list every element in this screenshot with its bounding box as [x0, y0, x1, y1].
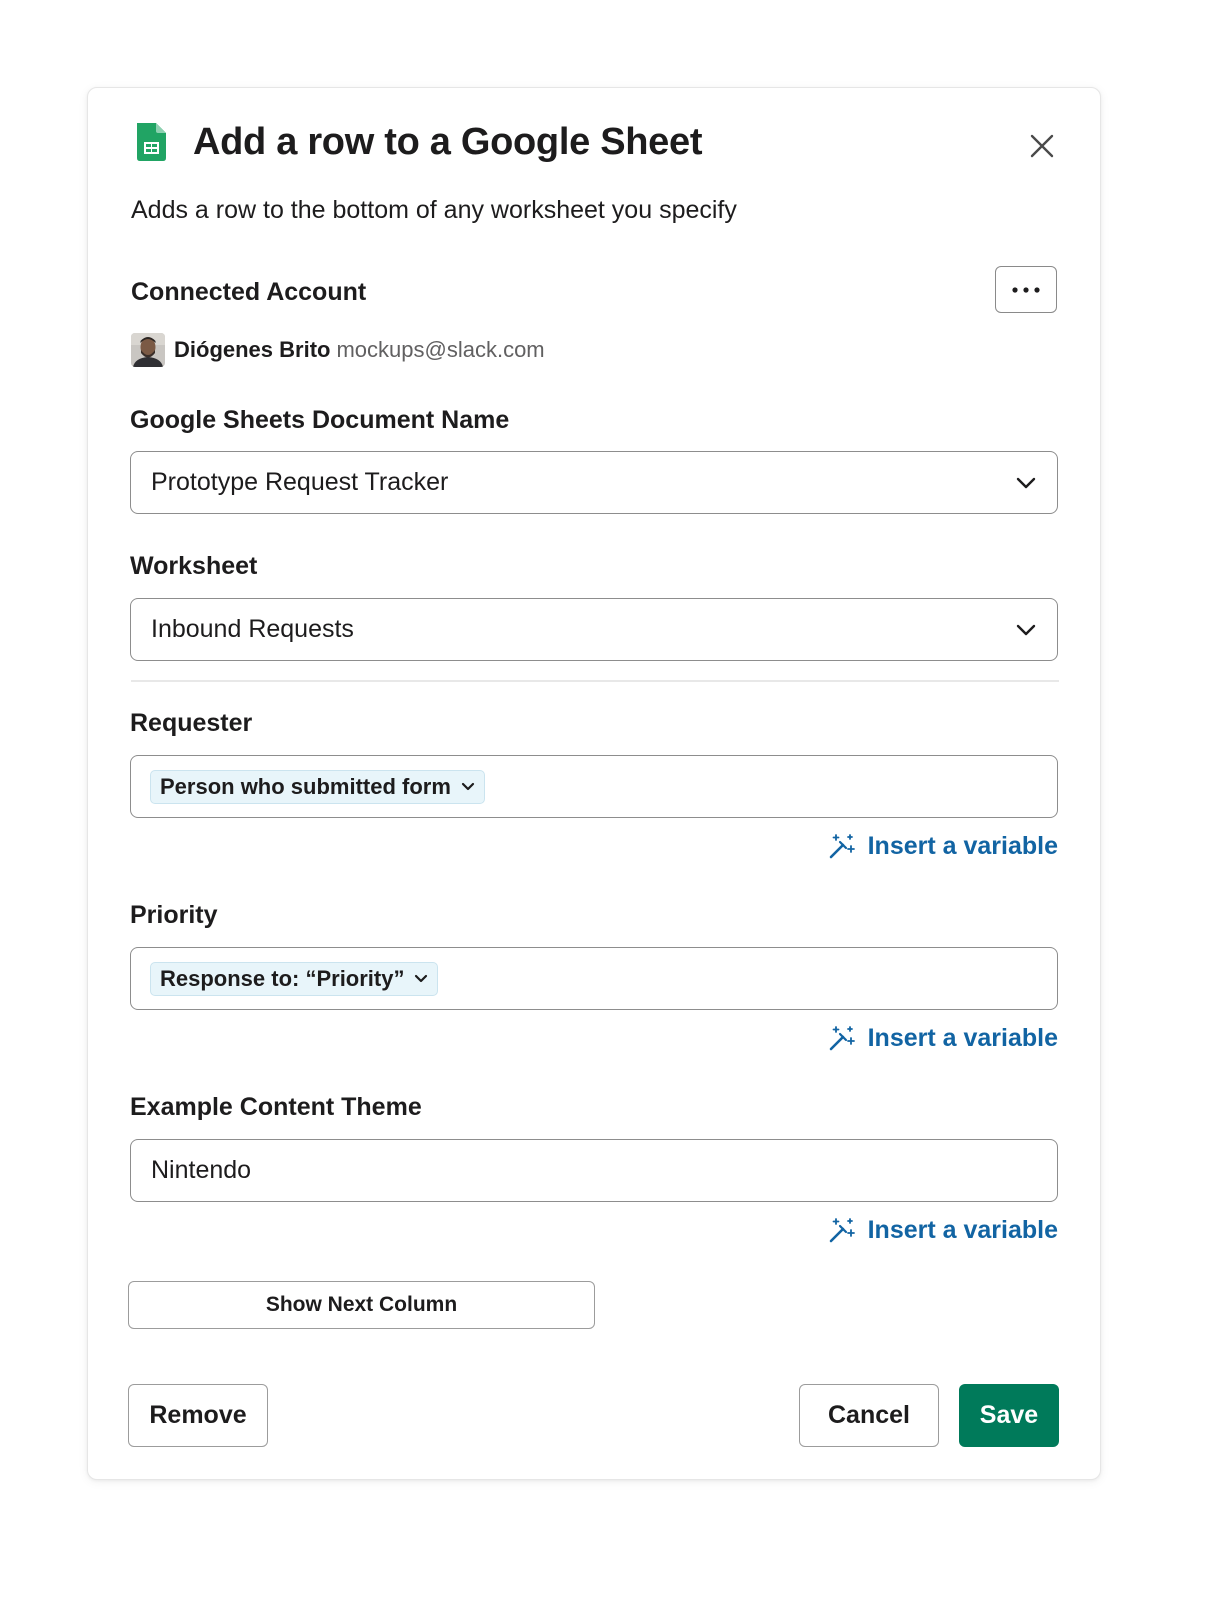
remove-button[interactable]: Remove	[128, 1384, 268, 1447]
worksheet-label: Worksheet	[130, 552, 258, 580]
modal-subtitle: Adds a row to the bottom of any workshee…	[131, 196, 737, 224]
avatar	[131, 333, 165, 367]
close-button[interactable]	[1022, 126, 1062, 166]
insert-variable-link[interactable]: Insert a variable	[757, 1213, 1058, 1247]
token-label: Person who submitted form	[160, 773, 451, 799]
chevron-down-icon	[414, 974, 428, 983]
insert-variable-link[interactable]: Insert a variable	[757, 1021, 1058, 1055]
insert-variable-label: Insert a variable	[867, 1023, 1058, 1052]
document-select[interactable]: Prototype Request Tracker	[130, 451, 1058, 514]
insert-variable-label: Insert a variable	[867, 1215, 1058, 1244]
priority-variable-token[interactable]: Response to: “Priority”	[150, 961, 439, 996]
connected-account-label: Connected Account	[131, 278, 367, 306]
insert-variable-label: Insert a variable	[867, 831, 1058, 860]
google-sheets-icon	[131, 122, 171, 162]
more-options-button[interactable]	[995, 266, 1057, 313]
account-name: Diógenes Brito	[174, 337, 331, 362]
show-next-column-button[interactable]: Show Next Column	[128, 1281, 595, 1329]
cancel-button[interactable]: Cancel	[799, 1384, 939, 1447]
connected-account: Diógenes Brito mockups@slack.com	[131, 333, 545, 367]
modal-dialog: Add a row to a Google Sheet Adds a row t…	[87, 87, 1101, 1480]
content-theme-label: Example Content Theme	[130, 1093, 422, 1121]
token-label: Response to: “Priority”	[160, 965, 405, 991]
divider	[131, 680, 1059, 682]
modal-title: Add a row to a Google Sheet	[193, 121, 703, 163]
magic-wand-icon	[829, 1026, 855, 1051]
chevron-down-icon	[1016, 624, 1036, 635]
priority-field[interactable]: Response to: “Priority”	[130, 947, 1058, 1010]
magic-wand-icon	[829, 834, 855, 859]
document-name-label: Google Sheets Document Name	[130, 406, 510, 434]
worksheet-select-value: Inbound Requests	[151, 615, 354, 643]
close-icon	[1030, 134, 1054, 158]
chevron-down-icon	[1016, 477, 1036, 488]
save-button[interactable]: Save	[959, 1384, 1059, 1447]
document-select-value: Prototype Request Tracker	[151, 468, 449, 496]
magic-wand-icon	[829, 1218, 855, 1243]
insert-variable-link[interactable]: Insert a variable	[757, 829, 1058, 863]
requester-field[interactable]: Person who submitted form	[130, 755, 1058, 818]
requester-variable-token[interactable]: Person who submitted form	[150, 769, 485, 804]
content-theme-input[interactable]: Nintendo	[130, 1139, 1058, 1202]
priority-label: Priority	[130, 901, 218, 929]
more-horizontal-icon	[1012, 286, 1040, 293]
account-email: mockups@slack.com	[336, 337, 545, 362]
worksheet-select[interactable]: Inbound Requests	[130, 598, 1058, 661]
requester-label: Requester	[130, 709, 253, 737]
chevron-down-icon	[461, 782, 475, 791]
